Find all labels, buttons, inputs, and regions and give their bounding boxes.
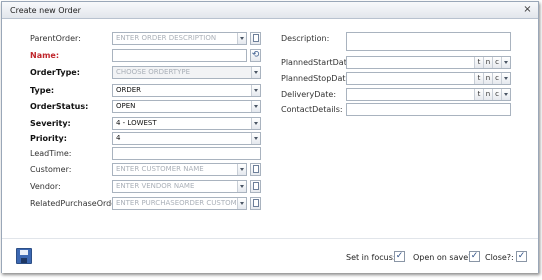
vendor-input[interactable]: ENTER VENDOR NAME [112,180,247,193]
order-status-value: OPEN [116,102,136,110]
chevron-down-icon[interactable] [251,85,260,96]
new-customer-button[interactable] [250,163,261,176]
now-button[interactable]: n [483,73,492,84]
chevron-down-icon[interactable] [251,101,260,112]
today-button[interactable]: t [474,57,483,68]
open-on-save-checkbox[interactable]: ✓ [469,251,480,262]
chevron-down-icon[interactable] [237,198,246,209]
planned-start-date-label: PlannedStartDate: [281,58,355,67]
close-label: Close?: [485,253,514,262]
type-select[interactable]: ORDER [112,84,261,97]
chevron-down-icon[interactable] [237,164,246,175]
order-status-select[interactable]: OPEN [112,100,261,113]
chevron-down-icon[interactable] [501,57,510,68]
customer-placeholder: ENTER CUSTOMER NAME [116,165,204,173]
chevron-down-icon[interactable] [251,118,260,129]
lead-time-label: LeadTime: [30,149,72,158]
save-icon[interactable] [16,248,32,264]
chevron-down-icon[interactable] [251,133,260,144]
planned-start-date-input[interactable]: t n c [346,56,511,69]
priority-value: 4 [116,134,121,142]
description-input[interactable] [346,32,511,51]
related-purchase-order-input[interactable]: ENTER PURCHASEORDER CUSTOME [112,197,247,210]
contact-details-input[interactable] [346,103,511,116]
clear-button[interactable]: c [492,73,501,84]
vendor-placeholder: ENTER VENDOR NAME [116,182,195,190]
lead-time-input[interactable] [112,147,261,160]
new-purchase-order-button[interactable] [250,197,261,210]
delivery-date-input[interactable]: t n c [346,88,511,101]
set-in-focus-label: Set in focus: [346,253,396,262]
order-type-select[interactable]: CHOOSE ORDERTYPE [112,66,261,79]
severity-label: Severity: [30,119,71,128]
chevron-down-icon[interactable] [237,33,246,44]
new-document-icon [252,34,259,42]
chevron-down-icon[interactable] [251,67,260,78]
order-status-label: OrderStatus: [30,102,89,111]
description-label: Description: [281,34,330,43]
order-type-placeholder: CHOOSE ORDERTYPE [116,68,190,76]
planned-stop-date-input[interactable]: t n c [346,72,511,85]
today-button[interactable]: t [474,89,483,100]
type-value: ORDER [116,86,142,94]
type-label: Type: [30,86,55,95]
chevron-down-icon[interactable] [237,181,246,192]
dialog-title: Create new Order [10,6,81,15]
chevron-down-icon[interactable] [501,89,510,100]
vendor-label: Vendor: [30,182,61,191]
severity-select[interactable]: 4 - LOWEST [112,117,261,130]
related-purchase-order-placeholder: ENTER PURCHASEORDER CUSTOME [116,199,242,207]
order-type-label: OrderType: [30,68,80,77]
related-purchase-order-label: RelatedPurchaseOrder: [30,199,122,208]
clear-button[interactable]: c [492,89,501,100]
severity-value: 4 - LOWEST [116,119,157,127]
new-parent-order-button[interactable] [250,32,261,45]
set-in-focus-checkbox[interactable]: ✓ [394,251,405,262]
parent-order-input[interactable]: ENTER ORDER DESCRIPTION [112,32,247,45]
name-label: Name: [30,51,60,60]
clear-button[interactable]: c [492,57,501,68]
refresh-icon[interactable]: ⟲ [250,49,261,62]
now-button[interactable]: n [483,89,492,100]
contact-details-label: ContactDetails: [281,105,343,114]
close-checkbox[interactable]: ✓ [516,251,527,262]
today-button[interactable]: t [474,73,483,84]
new-document-icon [252,182,259,190]
name-input[interactable] [112,49,247,62]
dialog-footer: Set in focus: ✓ Open on save?: ✓ Close?:… [2,238,538,273]
parent-order-placeholder: ENTER ORDER DESCRIPTION [116,34,217,42]
new-document-icon [252,199,259,207]
close-icon[interactable]: × [522,4,533,16]
chevron-down-icon[interactable] [501,73,510,84]
create-order-dialog: Create new Order × ParentOrder: ENTER OR… [1,1,539,273]
planned-stop-date-label: PlannedStopDate: [281,74,354,83]
priority-label: Priority: [30,134,67,143]
customer-label: Customer: [30,165,72,174]
new-document-icon [252,165,259,173]
parent-order-label: ParentOrder: [30,34,81,43]
customer-input[interactable]: ENTER CUSTOMER NAME [112,163,247,176]
now-button[interactable]: n [483,57,492,68]
title-bar: Create new Order × [2,2,538,19]
new-vendor-button[interactable] [250,180,261,193]
priority-select[interactable]: 4 [112,132,261,145]
delivery-date-label: DeliveryDate: [281,90,337,99]
open-on-save-label: Open on save?: [413,253,476,262]
